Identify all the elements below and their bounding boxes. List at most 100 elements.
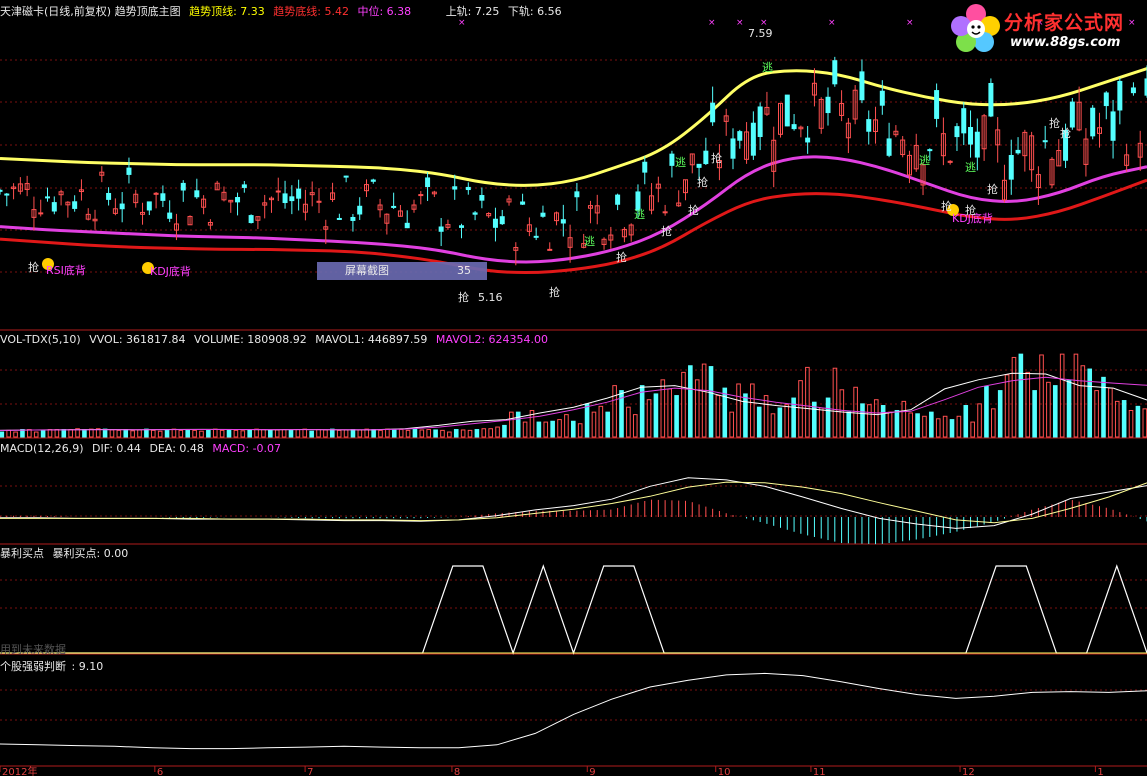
buy-signal-mark: 抢 — [616, 251, 627, 264]
volume-bar — [47, 429, 53, 438]
volume-bar — [426, 429, 432, 438]
volume-bar — [1142, 408, 1147, 438]
flower-logo-icon — [951, 4, 1000, 52]
volume-bar — [206, 429, 211, 438]
volume-bar — [144, 428, 149, 438]
candle-body — [350, 216, 356, 221]
strength-panel[interactable] — [0, 672, 1147, 750]
volume-bar — [715, 395, 721, 438]
candle-body — [533, 235, 539, 238]
volume-bar — [102, 428, 108, 438]
candle-body — [1042, 140, 1048, 143]
candle-body — [642, 161, 648, 173]
candle-body — [1130, 87, 1136, 94]
volume-bar — [605, 411, 611, 438]
volume-bar — [123, 429, 129, 438]
candle-body — [988, 82, 994, 117]
volume-bar — [116, 429, 122, 438]
candle-body — [194, 190, 200, 198]
volume-bar — [212, 428, 218, 438]
candle-body — [520, 201, 526, 205]
candle-body — [296, 188, 302, 199]
volume-bar — [343, 429, 349, 438]
candle-body — [357, 205, 363, 215]
buy-point-panel[interactable] — [0, 564, 1147, 655]
volume-bar — [646, 399, 652, 438]
candle-body — [961, 108, 967, 134]
volume-bar — [460, 429, 466, 438]
volume-bar — [316, 429, 321, 438]
volume-bar — [708, 366, 714, 438]
candle-body — [235, 197, 241, 203]
date-label: 7 — [307, 767, 313, 776]
candle-body — [119, 203, 125, 210]
volume-bar — [1108, 387, 1113, 438]
volume-panel-header: VOL-TDX(5,10) VVOL: 361817.84 VOLUME: 18… — [0, 333, 553, 346]
candle-body — [859, 71, 865, 101]
volume-value: VOLUME: 180908.92 — [194, 333, 307, 346]
date-label: 12 — [962, 767, 975, 776]
volume-bar — [818, 407, 824, 438]
volume-bar — [509, 411, 514, 438]
buy-signal-mark: 抢 — [661, 225, 672, 238]
volume-bar — [688, 365, 693, 438]
top-mark-icon: × — [708, 18, 716, 28]
volume-bar — [1114, 400, 1120, 438]
candle-body — [425, 177, 431, 188]
volume-bar — [288, 429, 294, 438]
volume-bar — [743, 393, 748, 438]
candle-body — [696, 163, 702, 168]
logo-url: www.88gs.com — [1010, 35, 1121, 50]
volume-bar — [736, 383, 741, 438]
candle-body — [879, 90, 885, 106]
volume-bar — [867, 404, 872, 438]
candle-body — [391, 205, 397, 208]
volume-bar — [639, 385, 645, 438]
volume-bar — [839, 389, 845, 438]
volume-bar — [598, 405, 604, 438]
volume-bar — [887, 411, 893, 438]
candle-body — [1069, 101, 1075, 128]
volume-bar — [832, 367, 838, 438]
volume-panel[interactable] — [0, 353, 1147, 438]
volume-bar — [1025, 371, 1031, 438]
screenshot-tooltip[interactable]: 屏幕截图 35 — [317, 262, 487, 280]
candle-body — [968, 127, 974, 145]
candle-body — [4, 193, 10, 196]
volume-bar — [701, 363, 707, 438]
volume-bar — [219, 429, 225, 438]
volume-bar — [495, 426, 500, 438]
candle-body — [438, 226, 444, 232]
candle-body — [710, 102, 716, 123]
candle-body — [1008, 155, 1014, 180]
volume-bar — [89, 428, 94, 438]
volume-bar — [536, 421, 542, 438]
volume-bar — [323, 429, 328, 438]
volume-bar — [750, 383, 755, 438]
volume-bar — [942, 415, 948, 438]
buy-point-value: 暴利买点: 0.00 — [52, 547, 129, 560]
volume-bar — [550, 420, 555, 438]
buy-signal-mark: 抢 — [965, 204, 976, 217]
candle-body — [547, 248, 553, 251]
volume-bar — [281, 429, 287, 438]
volume-bar — [82, 429, 87, 438]
site-logo: 分析家公式网 www.88gs.com — [948, 0, 1147, 58]
candle-body — [160, 193, 166, 201]
volume-bar — [515, 411, 521, 438]
candle-body — [669, 153, 675, 166]
volume-bar — [261, 429, 266, 438]
date-label: 8 — [454, 767, 460, 776]
candle-body — [106, 192, 112, 200]
candle-body — [289, 196, 295, 202]
candle-body — [866, 119, 872, 132]
volume-bar — [433, 429, 438, 438]
volume-bar — [54, 429, 60, 438]
macd-panel[interactable] — [0, 477, 1147, 545]
volume-bar — [1018, 353, 1024, 438]
volume-bar — [584, 403, 590, 438]
date-label: 1 — [1097, 767, 1103, 776]
volume-bar — [1004, 374, 1010, 438]
candle-body — [465, 186, 471, 191]
volume-bar — [798, 380, 803, 438]
